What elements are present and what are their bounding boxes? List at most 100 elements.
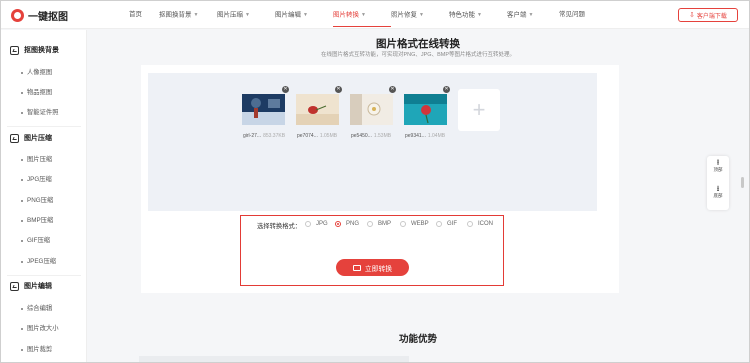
sidebar-item[interactable]: PNG压缩 — [20, 196, 53, 206]
nav-label: 首页 — [129, 11, 142, 18]
format-name: WEBP — [411, 221, 429, 227]
format-name: BMP — [378, 221, 392, 227]
image-icon — [10, 133, 19, 143]
chevron-down-icon: ▼ — [528, 12, 534, 18]
sidebar-section-edit[interactable]: 图片编辑 — [10, 280, 52, 292]
page-title: 图片格式在线转换 — [376, 38, 460, 50]
format-name: JPG — [316, 221, 328, 227]
divider — [7, 275, 81, 276]
nav-features[interactable]: 特色功能 ▼ — [449, 1, 507, 29]
file-size: 853.37KB — [263, 133, 286, 139]
logo-text: 一键抠图 — [28, 11, 68, 23]
sidebar: 抠图换背景 人像抠图 物品抠图 智能证件照 图片压缩 图片压缩 JPG压缩 PN… — [1, 30, 87, 362]
nav-home[interactable]: 首页 — [129, 1, 159, 29]
arrow-up-icon: ⭱ — [716, 158, 720, 167]
remove-file-icon[interactable]: ✕ — [389, 86, 396, 93]
divider — [7, 126, 81, 127]
format-name: ICON — [478, 221, 493, 227]
sidebar-section-title: 图片编辑 — [24, 283, 52, 290]
sidebar-item[interactable]: 人像抠图 — [20, 68, 52, 78]
nav-faq[interactable]: 常见问题 — [559, 1, 599, 29]
page-subtitle: 在线图片格式互转功能，可实现对PNG、JPG、BMP等图片格式进行互转处理。 — [320, 52, 516, 58]
file-size: 1.04MB — [427, 133, 446, 139]
chevron-down-icon: ▼ — [419, 12, 424, 18]
format-option-png[interactable]: PNG — [335, 221, 359, 227]
sidebar-item[interactable]: 智能证件照 — [20, 108, 58, 118]
nav-label: 特色功能 — [449, 11, 475, 19]
go-to-bottom-button[interactable]: ⭳ 底部 — [707, 185, 729, 199]
main-nav: 首页 抠图换背景 ▼ 图片压缩 ▼ 图片编辑 ▼ 图片转换 ▼ 照片修复 ▼ 特色功能 ▼ … — [129, 1, 599, 29]
sidebar-item[interactable]: 图片改大小 — [20, 324, 58, 334]
format-option-icon[interactable]: ICON — [467, 221, 493, 227]
sidebar-item[interactable]: 图片压缩 — [20, 155, 52, 165]
remove-file-icon[interactable]: ✕ — [282, 86, 289, 93]
client-download-button[interactable]: ⇩ 客户端下载 — [678, 8, 738, 22]
radio-icon — [305, 221, 311, 227]
back-to-top-button[interactable]: ⭱ 顶部 — [707, 159, 729, 173]
radio-checked-icon — [335, 221, 341, 227]
chevron-down-icon: ▼ — [303, 12, 308, 18]
format-name: PNG — [346, 221, 360, 227]
file-thumbnail[interactable] — [350, 94, 393, 125]
nav-label: 图片转换 — [333, 11, 359, 19]
sidebar-item[interactable]: 综合编辑 — [20, 304, 52, 314]
sidebar-item[interactable]: JPEG压缩 — [20, 257, 56, 267]
download-label: 客户端下载 — [696, 13, 727, 20]
nav-edit[interactable]: 图片编辑 ▼ — [275, 1, 333, 29]
remove-file-icon[interactable]: ✕ — [443, 86, 450, 93]
format-option-gif[interactable]: GIF — [436, 221, 457, 227]
format-label: 选择转换格式： — [257, 223, 302, 230]
format-option-webp[interactable]: WEBP — [400, 221, 429, 227]
format-option-bmp[interactable]: BMP — [367, 221, 391, 227]
radio-icon — [367, 221, 373, 227]
top-header: 一键抠图 首页 抠图换背景 ▼ 图片压缩 ▼ 图片编辑 ▼ 图片转换 ▼ 照片修复 ▼ 特… — [1, 1, 749, 29]
section-title-advantages: 功能优势 — [398, 334, 437, 345]
sidebar-section-cutout[interactable]: 抠图换背景 — [10, 44, 59, 56]
file-size: 1.05MB — [319, 133, 338, 139]
nav-label: 图片编辑 — [275, 11, 301, 19]
file-thumbnail[interactable] — [404, 94, 447, 125]
file-name: pe9341... — [405, 133, 426, 139]
nav-label: 照片修复 — [391, 11, 417, 19]
convert-icon — [352, 264, 361, 271]
bottom-label: 底部 — [713, 193, 723, 198]
chevron-down-icon: ▼ — [477, 12, 482, 18]
sidebar-item[interactable]: GIF压缩 — [20, 236, 50, 246]
logo-icon — [11, 8, 24, 22]
file-name: pe5450... — [351, 133, 372, 139]
sidebar-item[interactable]: 物品抠图 — [20, 88, 52, 98]
file-name: girl-27... — [243, 133, 262, 139]
remove-file-icon[interactable]: ✕ — [335, 86, 342, 93]
chevron-down-icon: ▼ — [361, 12, 366, 18]
download-icon: ⇩ — [689, 12, 695, 19]
sidebar-item[interactable]: BMP压缩 — [20, 216, 53, 226]
image-icon — [10, 45, 19, 55]
logo[interactable]: 一键抠图 — [11, 8, 68, 23]
file-label: pe9341... 1.04MB — [405, 133, 445, 139]
add-file-button[interactable]: + — [458, 89, 500, 131]
convert-button[interactable]: 立即转换 — [336, 259, 409, 276]
nav-label: 抠图换背景 — [159, 11, 192, 19]
nav-compress[interactable]: 图片压缩 ▼ — [217, 1, 275, 29]
file-label: pe5450... 1.53MB — [351, 133, 391, 139]
nav-convert[interactable]: 图片转换 ▼ — [333, 1, 391, 29]
format-option-jpg[interactable]: JPG — [305, 221, 328, 227]
file-thumbnail[interactable] — [296, 94, 339, 125]
nav-label: 常见问题 — [559, 11, 585, 18]
radio-icon — [436, 221, 442, 227]
nav-repair[interactable]: 照片修复 ▼ — [391, 1, 449, 29]
float-nav: ⭱ 顶部 ⭳ 底部 — [707, 156, 729, 210]
nav-cutout[interactable]: 抠图换背景 ▼ — [159, 1, 217, 29]
sidebar-section-compress[interactable]: 图片压缩 — [10, 132, 52, 144]
sidebar-section-title: 抠图换背景 — [24, 47, 59, 54]
image-icon — [10, 281, 19, 291]
sidebar-item[interactable]: JPG压缩 — [21, 175, 52, 185]
file-size: 1.53MB — [373, 133, 392, 139]
chevron-down-icon: ▼ — [193, 12, 199, 18]
nav-client[interactable]: 客户端 ▼ — [507, 1, 559, 29]
scrollbar-thumb[interactable] — [741, 177, 744, 188]
sidebar-item[interactable]: 图片裁剪 — [20, 345, 52, 355]
file-thumbnail[interactable] — [242, 94, 285, 125]
convert-label: 立即转换 — [364, 265, 393, 273]
plus-icon: + — [472, 97, 486, 122]
